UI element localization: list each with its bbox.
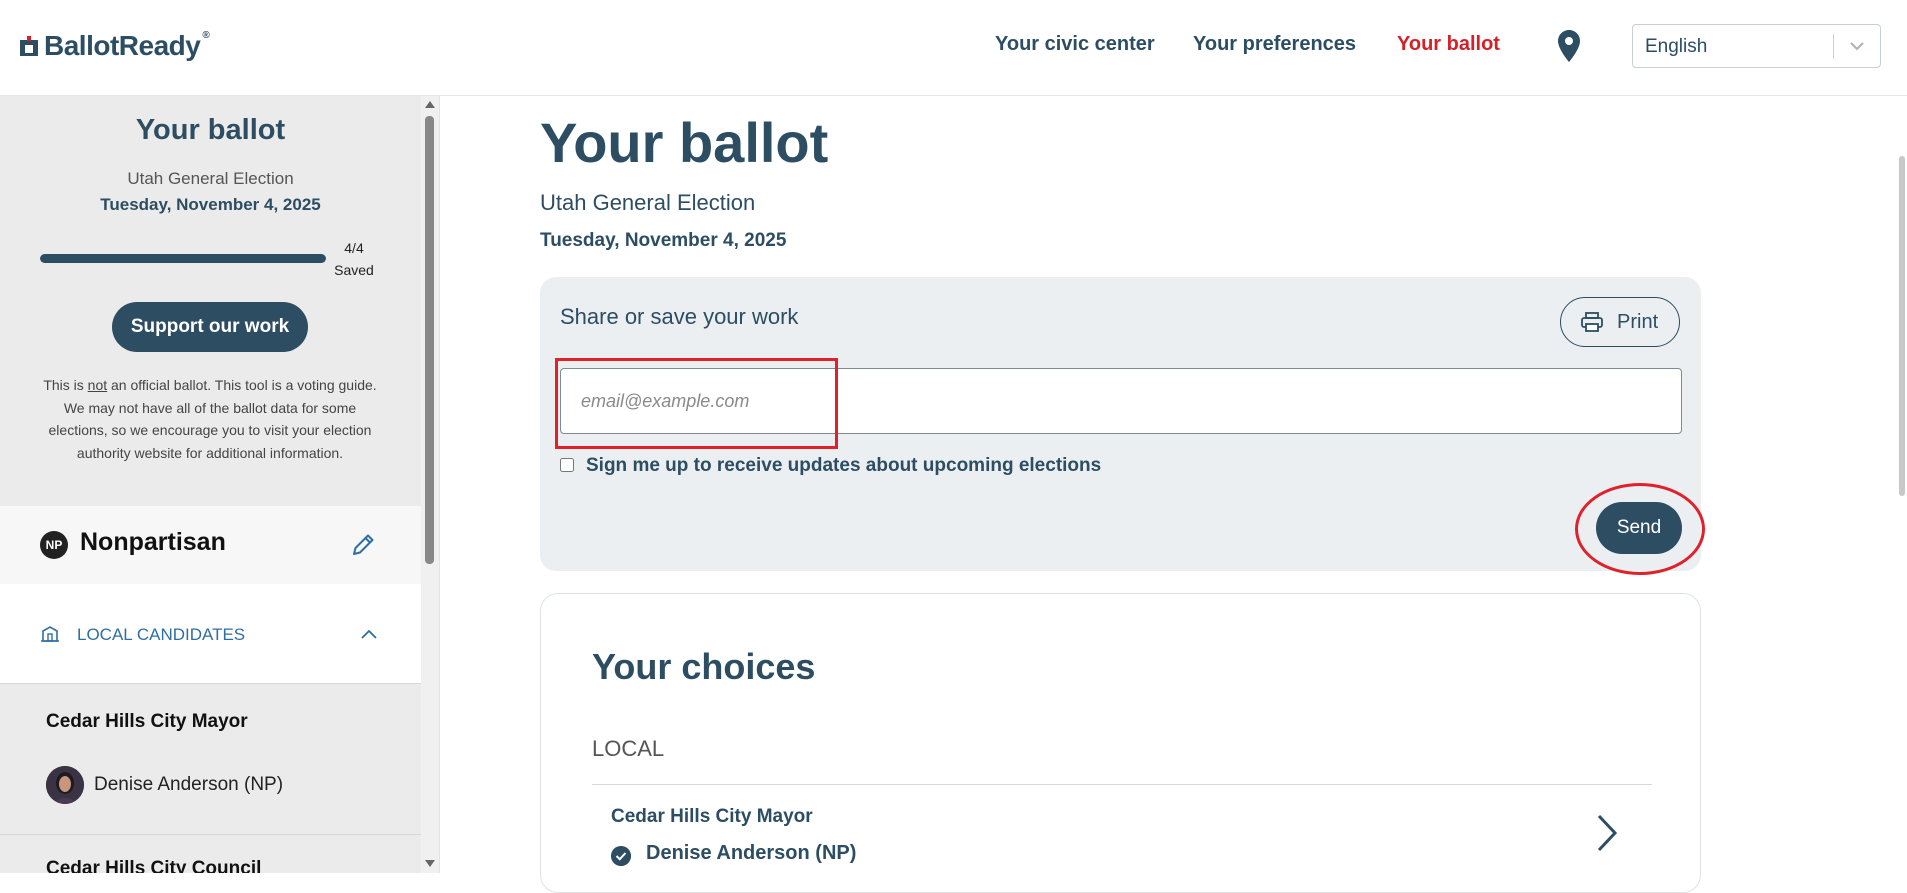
choices-title: Your choices xyxy=(592,646,816,687)
party-badge: NP xyxy=(40,531,68,559)
page-scrollbar-thumb[interactable] xyxy=(1899,156,1905,496)
progress-fill xyxy=(40,254,326,263)
print-button[interactable]: Print xyxy=(1560,297,1680,347)
category-label: LOCAL CANDIDATES xyxy=(77,625,246,644)
party-name: Nonpartisan xyxy=(80,528,226,556)
candidate-avatar xyxy=(46,766,84,804)
progress-count: 4/4 xyxy=(344,240,364,256)
nav-civic-center[interactable]: Your civic center xyxy=(995,33,1155,56)
page-title: Your ballot xyxy=(540,111,829,174)
election-date: Tuesday, November 4, 2025 xyxy=(540,230,787,251)
building-icon xyxy=(41,626,59,642)
sidebar-race-title[interactable]: Cedar Hills City Council xyxy=(46,858,261,873)
site-header: BallotReady ® Your civic center Your pref… xyxy=(0,0,1907,96)
disclaimer-text: This is not an official ballot. This too… xyxy=(43,377,377,461)
avatar-image xyxy=(46,766,84,804)
scroll-down-arrow[interactable] xyxy=(425,860,435,867)
language-select[interactable]: English xyxy=(1632,24,1881,68)
print-label: Print xyxy=(1617,311,1659,333)
language-value: English xyxy=(1645,36,1708,57)
ballot-sidebar: Your ballot Utah General Election Tuesda… xyxy=(0,96,421,873)
choice-race-title[interactable]: Cedar Hills City Mayor xyxy=(611,806,813,828)
scroll-up-arrow[interactable] xyxy=(425,101,435,108)
sidebar-election-date: Tuesday, November 4, 2025 xyxy=(100,195,321,214)
divider xyxy=(592,784,1652,785)
location-pin-icon[interactable] xyxy=(1558,30,1580,62)
edit-pencil-icon[interactable] xyxy=(350,532,376,558)
select-divider xyxy=(1833,34,1834,59)
signup-checkbox[interactable] xyxy=(560,458,574,472)
printer-icon xyxy=(1581,312,1603,332)
logo-text: BallotReady ® xyxy=(44,30,210,61)
sidebar-race-title[interactable]: Cedar Hills City Mayor xyxy=(46,711,248,733)
your-choices-card: Your choices LOCAL Cedar Hills City Mayo… xyxy=(540,593,1701,893)
signup-label[interactable]: Sign me up to receive updates about upco… xyxy=(586,455,1101,477)
send-button[interactable]: Send xyxy=(1596,502,1682,554)
sidebar-title: Your ballot xyxy=(135,114,286,146)
check-circle-icon xyxy=(611,846,631,866)
party-row: NP Nonpartisan xyxy=(0,506,421,584)
choices-section-label: LOCAL xyxy=(592,736,665,761)
ballotready-logo[interactable]: BallotReady ® xyxy=(20,30,210,62)
sidebar-election-name: Utah General Election xyxy=(127,169,294,188)
chevron-up-icon[interactable] xyxy=(358,624,380,644)
main-divider xyxy=(439,96,440,873)
share-save-panel: Share or save your work Print Sign me up… xyxy=(540,277,1701,571)
chevron-down-icon xyxy=(1850,42,1864,51)
progress-saved-label: Saved xyxy=(334,262,374,278)
email-input[interactable] xyxy=(560,368,1682,434)
share-title: Share or save your work xyxy=(560,304,799,329)
choice-candidate-name[interactable]: Denise Anderson (NP) xyxy=(646,842,856,865)
nav-your-ballot[interactable]: Your ballot xyxy=(1397,33,1500,56)
nav-preferences[interactable]: Your preferences xyxy=(1193,33,1356,56)
sidebar-candidate-name[interactable]: Denise Anderson (NP) xyxy=(94,774,283,796)
election-name: Utah General Election xyxy=(540,190,756,215)
local-candidates-accordion[interactable]: LOCAL CANDIDATES xyxy=(0,584,421,684)
sidebar-scrollbar[interactable] xyxy=(421,96,439,873)
divider xyxy=(0,834,421,835)
chevron-right-icon[interactable] xyxy=(1593,812,1621,854)
logo-house-icon xyxy=(20,36,38,56)
support-our-work-button[interactable]: Support our work xyxy=(112,302,308,352)
page-scrollbar[interactable] xyxy=(1898,96,1907,873)
ballot-progress-bar xyxy=(40,254,326,263)
scrollbar-thumb[interactable] xyxy=(425,116,434,564)
